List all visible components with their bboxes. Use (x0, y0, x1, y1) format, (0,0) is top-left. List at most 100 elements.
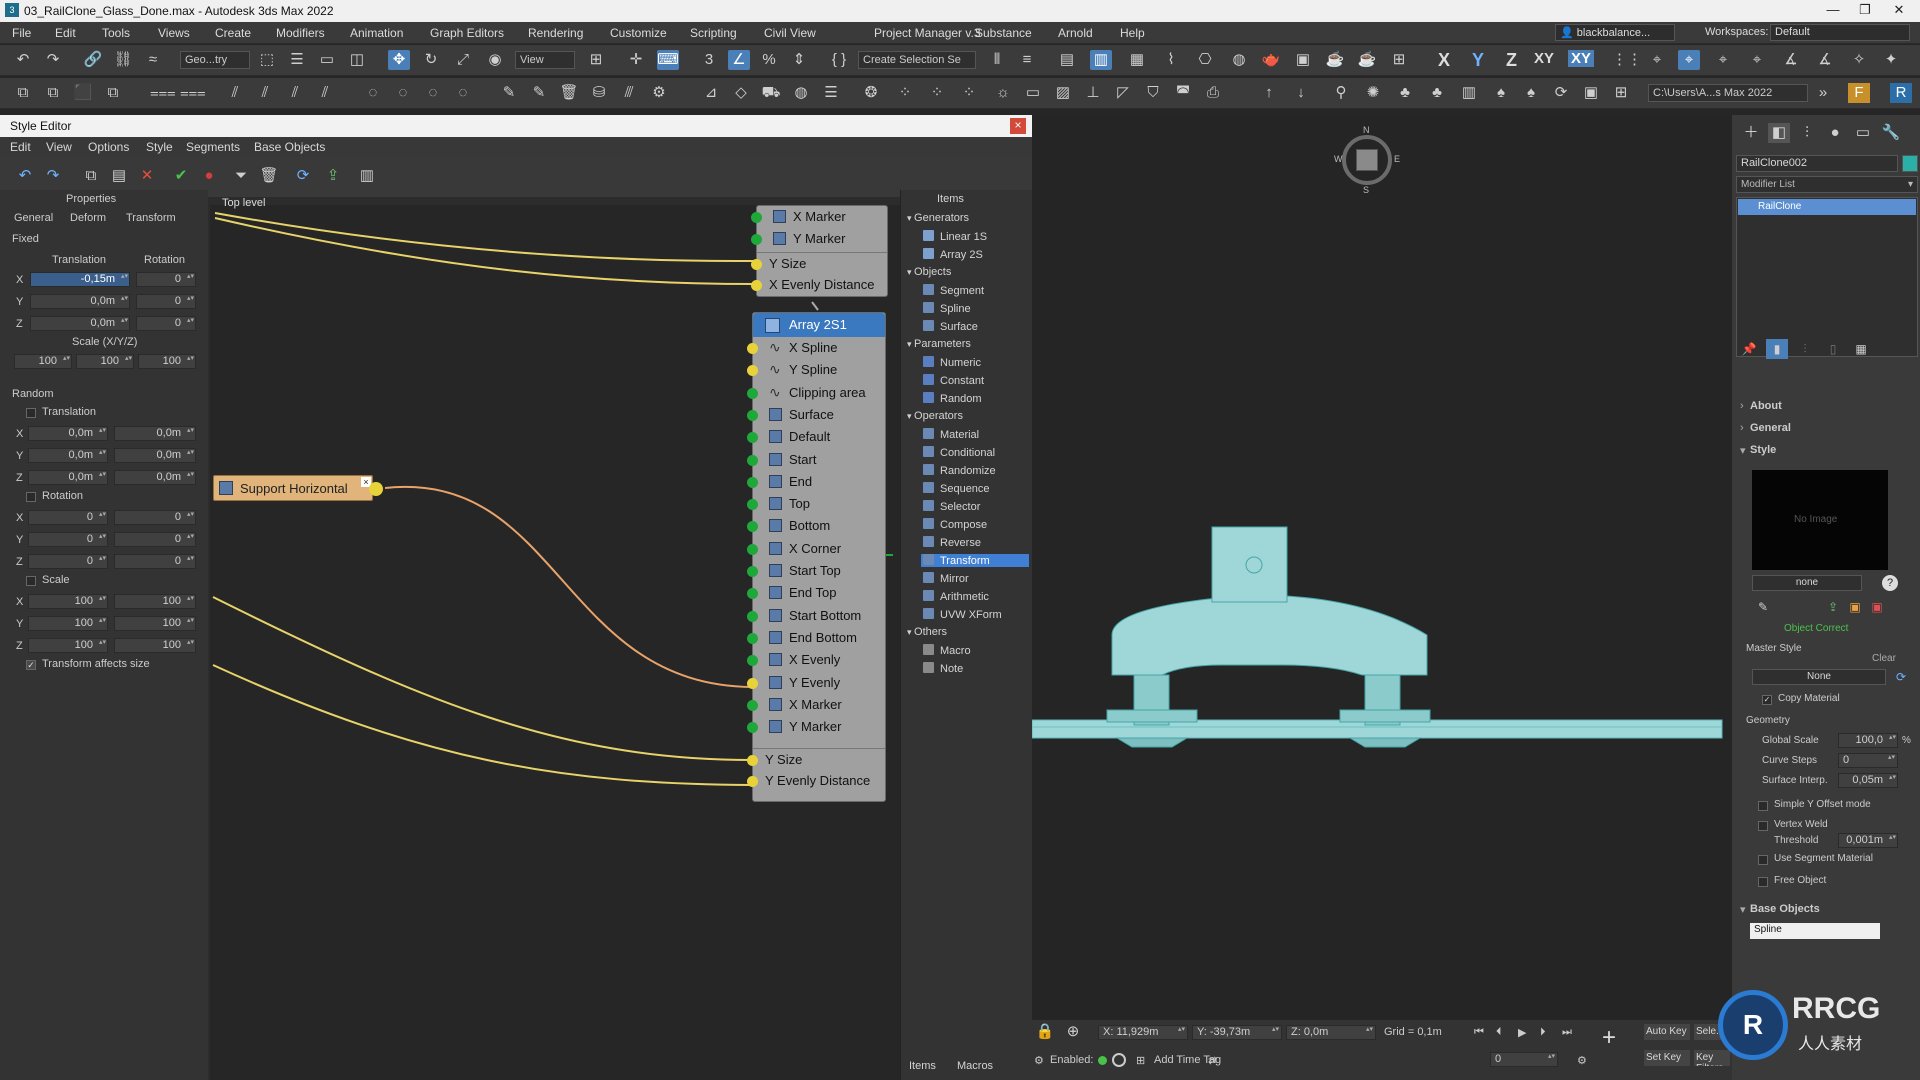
param-x-evenly-distance-upper[interactable]: X Evenly Distance (751, 274, 887, 296)
item-array-2s[interactable]: Array 2S (923, 248, 983, 261)
time-config-icon[interactable]: ⚙ (1577, 1054, 1587, 1067)
tree-icon[interactable]: ♠ (1490, 83, 1512, 103)
pin-stack-icon[interactable]: 📌 (1738, 339, 1760, 359)
refresh-circle-icon[interactable]: ⟳ (1550, 83, 1572, 103)
port-connector[interactable] (747, 476, 758, 488)
coord-z-field[interactable]: Z: 0,0m (1286, 1025, 1376, 1040)
set-key-button[interactable]: Set Key (1644, 1050, 1690, 1066)
port-connector[interactable] (747, 543, 758, 555)
axis-xy-constraint[interactable]: XY (1534, 50, 1554, 67)
simple-y-offset-checkbox[interactable] (1758, 801, 1768, 811)
snap-2d-icon[interactable]: ⌖ (1646, 50, 1668, 70)
object-name-field[interactable]: RailClone002 (1736, 155, 1898, 172)
timeline-next-icon[interactable]: ⏵ (1540, 1026, 1546, 1039)
show-end-result-icon[interactable]: ▮ (1766, 339, 1788, 359)
time-tag-icon[interactable]: ⚙ (1034, 1054, 1044, 1067)
param-connector[interactable] (747, 755, 758, 767)
items-group-generators[interactable]: ▾ Generators (907, 212, 969, 224)
use-segment-material-checkbox[interactable] (1758, 855, 1768, 865)
port-connector[interactable] (747, 566, 758, 577)
timeline-start-icon[interactable]: ⏮ (1474, 1026, 1484, 1039)
port-x-marker-upper[interactable]: X Marker (751, 206, 887, 228)
port-connector[interactable] (747, 677, 758, 689)
port-connector[interactable] (747, 588, 758, 600)
array-2s1-header[interactable]: Array 2S1 (753, 313, 885, 337)
items-group-parameters[interactable]: ▾ Parameters (907, 338, 971, 350)
curve-steps-spinner[interactable]: 0 (1838, 753, 1898, 768)
vertex-weld-checkbox[interactable] (1758, 821, 1768, 831)
item-spline[interactable]: Spline (923, 302, 971, 315)
user-account-dropdown[interactable]: 👤 blackbalance... (1555, 24, 1675, 41)
port-clipping-area[interactable]: ∿ Clipping area (747, 382, 885, 404)
item-reverse[interactable]: Reverse (923, 536, 981, 549)
snap-25d-icon[interactable]: ⌖ (1678, 50, 1700, 70)
threshold-spinner[interactable]: 0,001m (1838, 833, 1898, 848)
forest-pack-icon[interactable]: F (1848, 83, 1870, 103)
object-color-swatch[interactable] (1902, 155, 1918, 172)
lock-selection-icon[interactable]: 🔒 (1034, 1022, 1056, 1042)
xform-gizmo-icon[interactable]: ✦ (1880, 50, 1902, 70)
port-connector[interactable] (751, 212, 762, 223)
item-numeric[interactable]: Numeric (923, 356, 981, 369)
close-window-button[interactable]: ✕ (1884, 2, 1914, 18)
hierarchy-tab-icon[interactable]: ⫶ (1796, 123, 1818, 143)
master-style-pick-icon[interactable]: ⟳ (1890, 667, 1912, 687)
free-object-checkbox[interactable] (1758, 877, 1768, 887)
item-transform[interactable]: Transform (921, 554, 1029, 567)
restore-button[interactable]: ❐ (1850, 2, 1880, 18)
port-y-marker[interactable]: Y Marker (747, 716, 885, 738)
port-y-evenly[interactable]: Y Evenly (747, 672, 885, 694)
items-tab[interactable]: Items (909, 1060, 936, 1072)
workspace-dropdown[interactable]: Default (1770, 24, 1910, 41)
timeline-prev-icon[interactable]: ⏴ (1496, 1026, 1502, 1039)
image-icon[interactable]: ▨ (1052, 83, 1074, 103)
push-pin-icon[interactable]: ⊥ (1082, 83, 1104, 103)
enabled-toggle[interactable] (1112, 1053, 1126, 1067)
port-surface[interactable]: Surface (747, 404, 885, 426)
surface-interp-spinner[interactable]: 0,05m (1838, 773, 1898, 788)
port-end-top[interactable]: End Top (747, 582, 885, 604)
item-note[interactable]: Note (923, 662, 963, 675)
monitor-icon[interactable]: ▣ (1580, 83, 1602, 103)
timeline-play-icon[interactable]: ▶ (1518, 1026, 1526, 1039)
base-object-spline-item[interactable]: Spline (1750, 923, 1880, 939)
items-group-operators[interactable]: ▾ Operators (907, 410, 963, 422)
port-connector[interactable] (747, 722, 758, 734)
master-style-field[interactable]: None (1752, 669, 1886, 685)
param-connector[interactable] (751, 280, 762, 291)
item-surface[interactable]: Surface (923, 320, 978, 333)
axis-y-constraint[interactable]: Y (1472, 50, 1484, 71)
menu-help[interactable]: Help (1120, 26, 1145, 40)
project-path-dropdown[interactable]: C:\Users\A...s Max 2022 (1648, 84, 1808, 102)
port-connector[interactable] (747, 343, 758, 354)
item-uvw-xform[interactable]: UVW XForm (923, 608, 1002, 621)
render-setup-icon[interactable]: 🫖 (1260, 50, 1282, 70)
configure-modifier-sets-icon[interactable]: ▦ (1850, 339, 1872, 359)
port-default[interactable]: Default (747, 426, 885, 448)
support-horizontal-node[interactable]: Support Horizontal × (213, 475, 383, 501)
port-bottom[interactable]: Bottom (747, 515, 885, 537)
port-connector[interactable] (747, 632, 758, 644)
create-tab-icon[interactable]: ＋ (1740, 123, 1762, 143)
timeline-end-icon[interactable]: ⏭ (1562, 1026, 1572, 1039)
render-iterative-icon[interactable]: ☕ (1356, 50, 1378, 70)
rollout-base-objects[interactable]: Base Objects (1750, 903, 1820, 915)
item-random[interactable]: Random (923, 392, 982, 405)
rollout-about[interactable]: About (1750, 400, 1782, 412)
items-group-others[interactable]: ▾ Others (907, 626, 947, 638)
upper-node[interactable]: X Marker Y Marker Y Size X Evenly Distan… (751, 205, 888, 297)
rendered-frame-icon[interactable]: ▣ (1292, 50, 1314, 70)
copy-material-checkbox[interactable]: ✓ (1762, 695, 1772, 705)
item-material[interactable]: Material (923, 428, 979, 441)
material-editor-icon[interactable]: ◍ (1228, 50, 1250, 70)
angle-snap-toggle-icon[interactable]: ∡ (1780, 50, 1802, 70)
item-selector[interactable]: Selector (923, 500, 980, 513)
snap-toggle-icon[interactable]: ⌖ (1746, 50, 1768, 70)
item-linear-1s[interactable]: Linear 1S (923, 230, 987, 243)
param-y-evenly-distance[interactable]: Y Evenly Distance (747, 770, 885, 792)
menu-arnold[interactable]: Arnold (1058, 26, 1093, 40)
port-connector[interactable] (747, 610, 758, 622)
item-constant[interactable]: Constant (923, 374, 984, 387)
global-scale-spinner[interactable]: 100,0 (1838, 733, 1898, 748)
port-connector[interactable] (747, 499, 758, 511)
